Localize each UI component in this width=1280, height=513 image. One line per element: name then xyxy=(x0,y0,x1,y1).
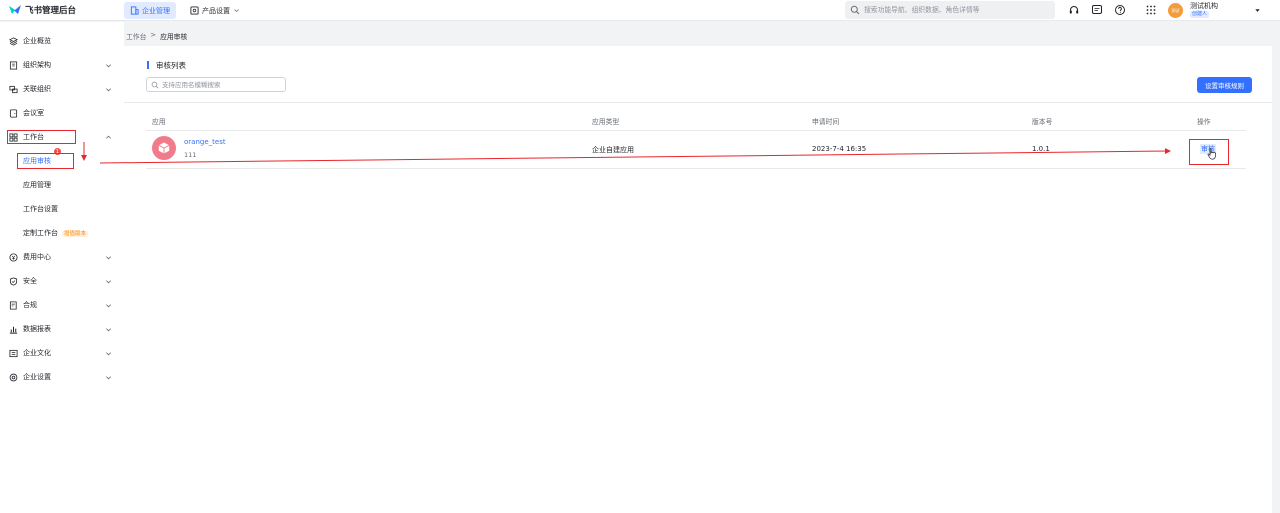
tab-label: 企业管理 xyxy=(142,6,170,15)
sidebar-item-data-reports[interactable]: 数据报表 xyxy=(0,320,124,338)
sidebar-item-culture[interactable]: 企业文化 xyxy=(0,344,124,362)
sidebar-item-label: 定制工作台 增值版本 xyxy=(23,228,89,238)
sidebar-item-label: 关联组织 xyxy=(23,85,51,93)
brand[interactable]: 飞书管理后台 xyxy=(8,3,76,17)
sidebar-item-label: 合规 xyxy=(23,301,37,309)
sidebar-item-meeting-room[interactable]: 会议室 xyxy=(0,104,124,122)
message-icon[interactable] xyxy=(1091,4,1103,16)
breadcrumb-current: 应用审核 xyxy=(160,33,188,41)
chevron-down-icon xyxy=(106,351,111,355)
chevron-down-icon xyxy=(106,327,111,331)
help-icon[interactable] xyxy=(1114,4,1126,16)
sidebar-item-label: 费用中心 xyxy=(23,253,51,261)
chevron-down-icon xyxy=(234,9,239,13)
tab-enterprise-management[interactable]: 企业管理 xyxy=(124,2,176,19)
review-list-card xyxy=(124,46,1272,513)
meeting-room-icon xyxy=(9,108,18,118)
tab-label: 产品设置 xyxy=(202,6,230,15)
sidebar: 企业概览 组织架构 关联组织 会议室 工作台 应用审核 1 应用管理 工作台设置… xyxy=(0,22,124,513)
chevron-up-icon xyxy=(106,135,111,139)
chart-icon xyxy=(9,326,18,334)
building-icon xyxy=(130,6,139,15)
sidebar-item-security[interactable]: 安全 xyxy=(0,272,124,290)
chevron-down-icon xyxy=(106,303,111,307)
sidebar-item-text: 定制工作台 xyxy=(23,229,58,237)
table-header-divider xyxy=(146,130,1246,131)
app-description: 111 xyxy=(184,151,197,159)
link-org-icon xyxy=(9,85,18,93)
search-input[interactable] xyxy=(864,6,1044,14)
app-name-link[interactable]: orange_test xyxy=(184,138,226,146)
breadcrumb-separator: > xyxy=(150,31,157,39)
sidebar-item-label: 企业文化 xyxy=(23,349,51,357)
table-row-divider xyxy=(146,168,1246,169)
column-header-app-type: 应用类型 xyxy=(592,118,620,126)
sidebar-item-linked-org[interactable]: 关联组织 xyxy=(0,80,124,98)
mouse-cursor-icon xyxy=(1207,148,1216,160)
cube-icon xyxy=(158,142,170,154)
tab-product-settings[interactable]: 产品设置 xyxy=(184,2,246,19)
annotation-box-workbench xyxy=(7,130,76,144)
sidebar-item-overview[interactable]: 企业概览 xyxy=(0,32,124,50)
compliance-icon xyxy=(9,300,17,310)
sidebar-item-label: 企业设置 xyxy=(23,373,51,381)
table-top-divider xyxy=(124,102,1272,103)
org-name[interactable]: 测试机构 xyxy=(1190,1,1218,11)
org-icon xyxy=(9,60,18,70)
chevron-down-icon xyxy=(106,87,111,91)
caret-down-icon[interactable] xyxy=(1254,7,1261,14)
apps-grid-icon[interactable] xyxy=(1145,4,1157,16)
sidebar-item-workbench-settings[interactable]: 工作台设置 xyxy=(0,200,124,218)
app-icon xyxy=(152,136,176,160)
grid-settings-icon xyxy=(190,6,199,15)
breadcrumb: 工作台 > 应用审核 xyxy=(126,31,187,41)
role-badge: 创建人 xyxy=(1190,11,1210,18)
sidebar-item-label: 组织架构 xyxy=(23,61,51,69)
top-bar: 飞书管理后台 企业管理 产品设置 测试 测试机构 创建人 xyxy=(0,0,1280,21)
overview-icon xyxy=(9,36,18,46)
annotation-box-app-review xyxy=(17,153,74,169)
sidebar-item-fee-center[interactable]: 费用中心 xyxy=(0,248,124,266)
sidebar-item-settings[interactable]: 企业设置 xyxy=(0,368,124,386)
headset-icon[interactable] xyxy=(1068,4,1080,16)
page-title: 审核列表 xyxy=(147,60,186,71)
column-header-apply-time: 申请时间 xyxy=(812,118,840,126)
search-icon xyxy=(151,81,159,88)
sidebar-item-label: 应用管理 xyxy=(23,181,51,189)
column-header-app: 应用 xyxy=(152,118,166,126)
avatar[interactable]: 测试 xyxy=(1168,3,1183,18)
chevron-down-icon xyxy=(106,255,111,259)
premium-tag: 增值版本 xyxy=(62,231,89,237)
fee-icon xyxy=(9,252,18,262)
sidebar-item-label: 企业概览 xyxy=(23,37,51,45)
set-review-rules-button[interactable]: 设置审核规则 xyxy=(1197,77,1252,93)
column-header-version: 版本号 xyxy=(1032,118,1053,126)
settings-icon xyxy=(9,373,18,381)
sidebar-item-label: 安全 xyxy=(23,277,37,285)
sidebar-item-label: 数据报表 xyxy=(23,325,51,333)
feishu-logo-icon xyxy=(9,5,21,14)
sidebar-item-org[interactable]: 组织架构 xyxy=(0,56,124,74)
global-search[interactable] xyxy=(845,1,1055,19)
shield-icon xyxy=(9,276,18,286)
version-cell: 1.0.1 xyxy=(1032,145,1050,153)
brand-name: 飞书管理后台 xyxy=(25,6,77,16)
breadcrumb-parent[interactable]: 工作台 xyxy=(126,31,146,41)
app-type-cell: 企业自建应用 xyxy=(592,146,634,154)
sidebar-item-custom-workbench[interactable]: 定制工作台 增值版本 xyxy=(0,224,124,242)
apply-time-cell: 2023-7-4 16:35 xyxy=(812,145,867,153)
sidebar-item-compliance[interactable]: 合规 xyxy=(0,296,124,314)
app-search[interactable] xyxy=(146,77,286,92)
sidebar-item-label: 会议室 xyxy=(23,109,44,117)
chevron-down-icon xyxy=(106,375,111,379)
culture-icon xyxy=(9,349,18,357)
column-header-action: 操作 xyxy=(1197,118,1211,126)
search-icon xyxy=(850,5,860,15)
sidebar-item-app-management[interactable]: 应用管理 xyxy=(0,176,124,194)
sidebar-item-label: 工作台设置 xyxy=(23,205,58,213)
chevron-down-icon xyxy=(106,279,111,283)
chevron-down-icon xyxy=(106,63,111,67)
top-nav: 企业管理 产品设置 xyxy=(124,2,254,19)
app-search-input[interactable] xyxy=(162,80,282,89)
